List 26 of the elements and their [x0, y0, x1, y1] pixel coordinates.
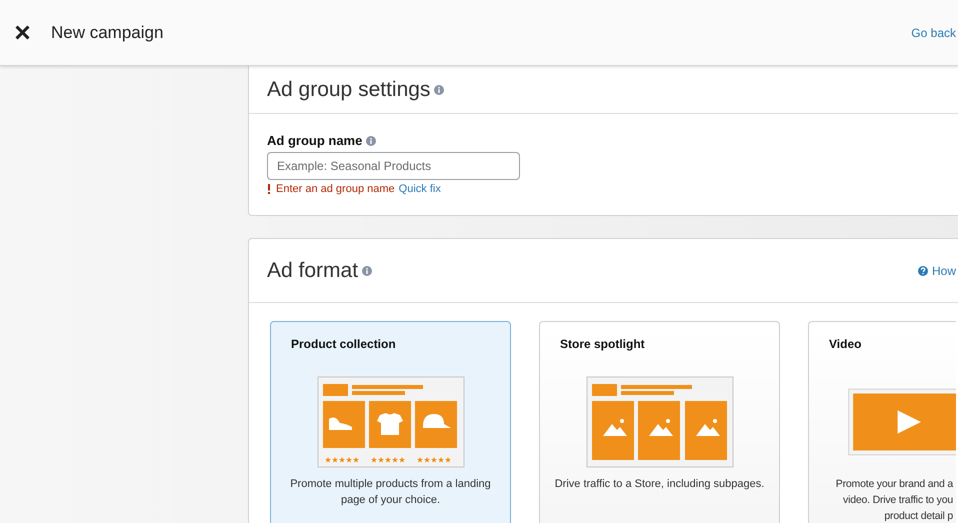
error-message: Enter an ad group name: [276, 183, 395, 195]
format-title: Product collection: [291, 337, 397, 351]
section-title: Ad group settings: [267, 78, 430, 102]
field-label: Ad group name: [267, 133, 362, 148]
format-description: product detail p: [883, 509, 953, 523]
info-icon[interactable]: [362, 266, 372, 276]
error-icon: [267, 184, 271, 194]
format-description: Promote multiple products from a landing page of your choice.: [289, 477, 492, 508]
go-back-link[interactable]: Go back: [911, 26, 956, 40]
format-title: Store spotlight: [560, 337, 646, 351]
format-option[interactable]: Product collection Promote multiple products from a landing page of your choice.: [270, 321, 511, 523]
info-icon[interactable]: [434, 84, 444, 94]
format-title: Video: [829, 337, 862, 351]
format-description: Promote your brand and a: [834, 477, 953, 492]
info-icon[interactable]: [366, 136, 376, 146]
quick-fix-link[interactable]: Quick fix: [398, 183, 441, 195]
format-description: video. Drive traffic to you: [842, 493, 953, 508]
format-option[interactable]: Video Promote your brand and a video. Drive traffic to you product detail p: [808, 321, 956, 523]
format-option[interactable]: Store spotlight Drive traffic to a Store, including subpages.: [539, 321, 780, 523]
format-description: Drive traffic to a Store, including subpages.: [554, 477, 765, 492]
help-icon: [918, 266, 928, 276]
close-icon[interactable]: [14, 24, 31, 41]
ad-group-name-field[interactable]: Example: Seasonal Products: [267, 152, 520, 180]
section-title: Ad format: [267, 258, 358, 282]
help-link[interactable]: How: [918, 264, 956, 278]
page-title: New campaign: [51, 22, 164, 42]
